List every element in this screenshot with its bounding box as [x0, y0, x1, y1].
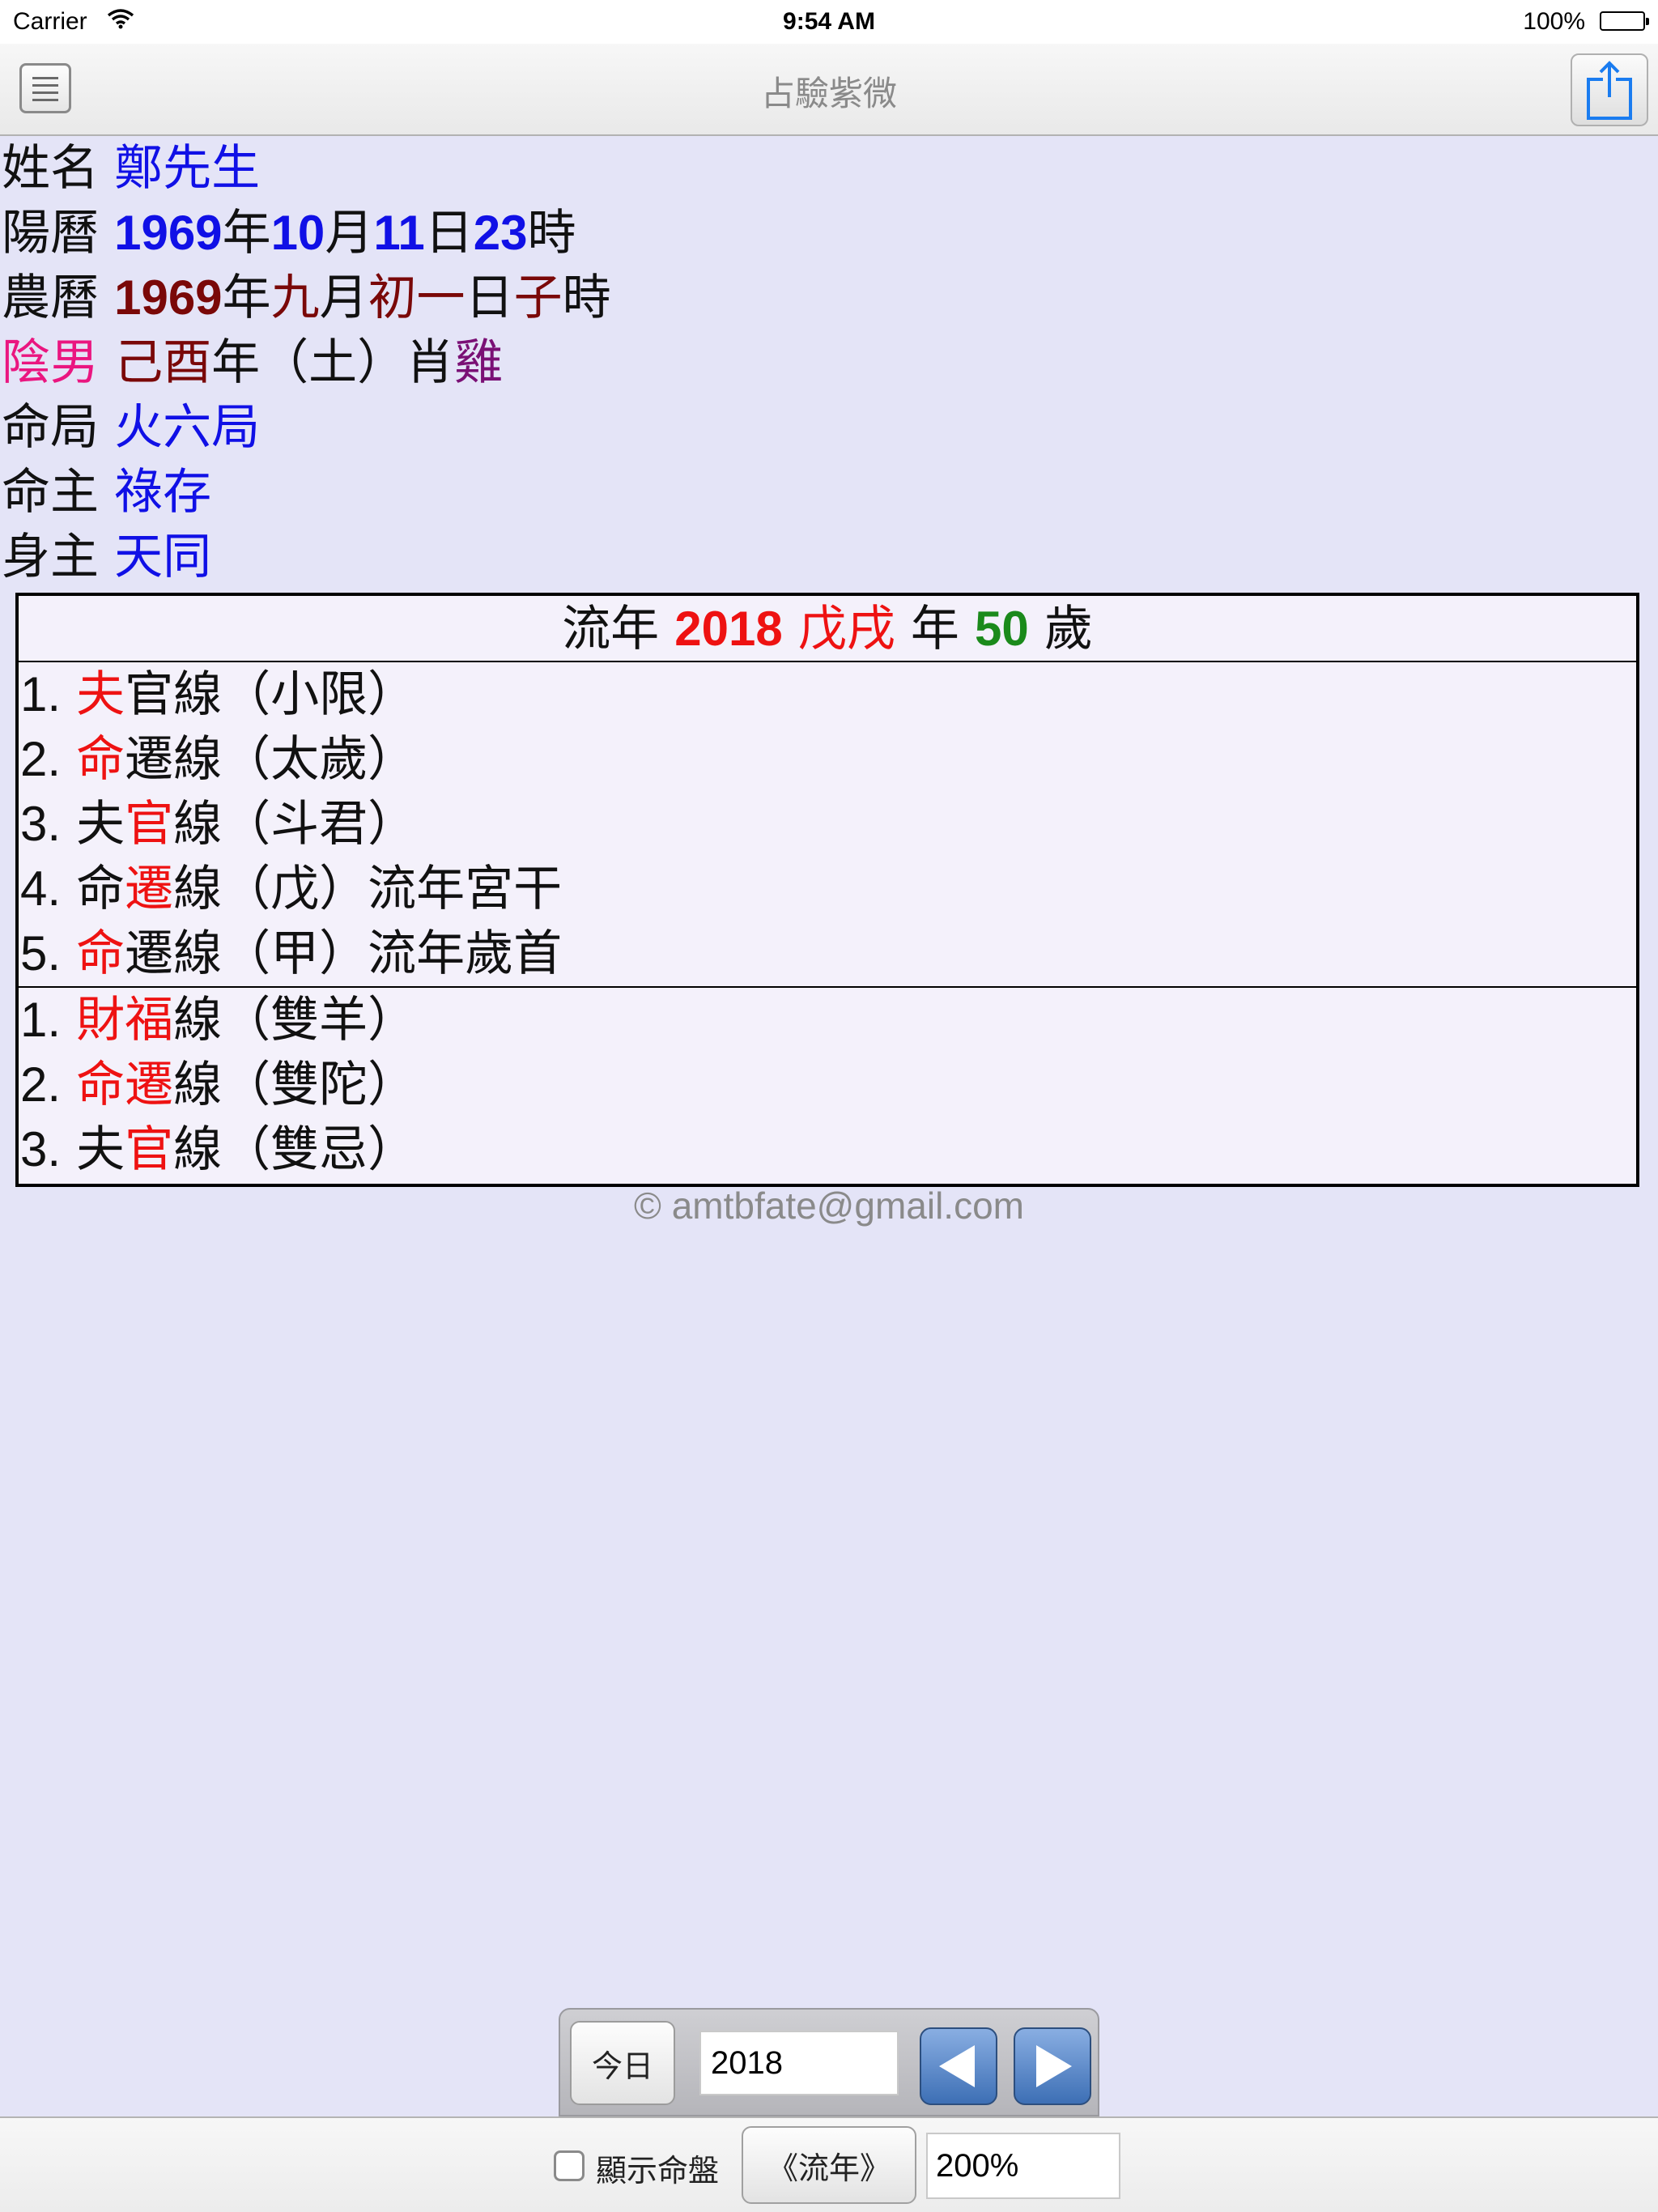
next-year-button[interactable]	[1014, 2027, 1091, 2105]
solar-month: 10	[270, 206, 325, 260]
list-item: 3. 夫官線（斗君）	[20, 796, 417, 853]
lunar-month: 九	[270, 270, 320, 326]
chart-info: 姓名 鄭先生 陽曆 1969年10月11日23時 農曆 1969年九月初一日子時…	[2, 136, 1653, 589]
flow-age-value: 50	[974, 602, 1029, 656]
copyright-text: © amtbfate@gmail.com	[634, 1185, 1024, 1227]
lunar-label: 農曆	[2, 270, 99, 326]
double-star-section: 1. 財福線（雙羊） 2. 命遷線（雙陀） 3. 夫官線（雙忌）	[19, 988, 1636, 1182]
solar-date-row: 陽曆 1969年10月11日23時	[2, 205, 576, 262]
solar-label: 陽曆	[2, 205, 99, 262]
bottom-toolbar: 顯示命盤 《流年》 200%	[0, 2116, 1658, 2212]
gender-zodiac-row: 陰男 己酉年（土）肖雞	[2, 334, 504, 391]
ju-value: 火六局	[114, 399, 261, 456]
list-item: 2. 命遷線（雙陀）	[20, 1057, 417, 1113]
lunar-date-row: 農曆 1969年九月初一日子時	[2, 270, 611, 326]
year-control-panel: 今日 2018	[559, 2008, 1099, 2116]
name-label: 姓名	[2, 140, 99, 197]
flow-year-ganzhi: 戊戌	[797, 601, 895, 657]
year-input[interactable]: 2018	[699, 2031, 899, 2095]
lunar-hour: 子	[513, 270, 563, 326]
lunar-year: 1969	[114, 270, 223, 325]
flow-year-header: 流年 2018 戊戌 年 50 歲	[19, 596, 1636, 662]
list-item: 3. 夫官線（雙忌）	[20, 1121, 417, 1178]
share-icon	[1587, 61, 1632, 120]
name-row: 姓名 鄭先生	[2, 136, 1653, 201]
list-item: 1. 財福線（雙羊）	[20, 992, 417, 1049]
list-item: 1. 夫官線（小限）	[20, 666, 417, 723]
battery-icon	[1600, 11, 1649, 31]
flow-lines-section: 1. 夫官線（小限） 2. 命遷線（太歲） 3. 夫官線（斗君） 4. 命遷線（…	[19, 662, 1636, 988]
show-chart-label: 顯示命盤	[596, 2153, 720, 2189]
battery-percent: 100%	[1523, 8, 1585, 35]
share-button[interactable]	[1571, 53, 1648, 126]
navigation-bar: 占驗紫微	[0, 44, 1658, 136]
shenzhu-row: 身主 天同	[2, 529, 212, 585]
zoom-input[interactable]: 200%	[926, 2133, 1120, 2199]
clock: 9:54 AM	[783, 8, 875, 35]
flow-year-box: 流年 2018 戊戌 年 50 歲 1. 夫官線（小限） 2. 命遷線（太歲） …	[15, 593, 1639, 1187]
zodiac-animal: 雞	[454, 334, 504, 391]
today-button[interactable]: 今日	[570, 2021, 675, 2105]
flow-year-value: 2018	[674, 602, 783, 656]
ju-row: 命局 火六局	[2, 399, 261, 456]
show-chart-checkbox[interactable]	[554, 2150, 585, 2181]
year-ganzhi: 己酉	[114, 334, 212, 391]
yinyang-gender: 陰男	[2, 334, 99, 391]
mingzhu-value: 祿存	[114, 464, 212, 521]
page-title: 占驗紫微	[760, 74, 897, 113]
solar-year: 1969	[114, 206, 223, 260]
shenzhu-value: 天同	[114, 529, 212, 585]
mingzhu-row: 命主 祿存	[2, 464, 212, 521]
liunian-button[interactable]: 《流年》	[742, 2126, 916, 2204]
name-value: 鄭先生	[114, 140, 261, 197]
right-arrow-icon	[1036, 2045, 1072, 2087]
status-bar: Carrier 9:54 AM 100%	[0, 0, 1658, 44]
list-item: 4. 命遷線（戊）流年宮干	[20, 861, 563, 917]
list-item: 5. 命遷線（甲）流年歲首	[20, 925, 563, 982]
previous-year-button[interactable]	[920, 2027, 997, 2105]
solar-hour: 23	[473, 206, 528, 260]
solar-day: 11	[373, 206, 425, 260]
list-item: 2. 命遷線（太歲）	[20, 731, 417, 788]
lunar-day: 初一	[368, 270, 466, 326]
left-arrow-icon	[939, 2045, 975, 2087]
